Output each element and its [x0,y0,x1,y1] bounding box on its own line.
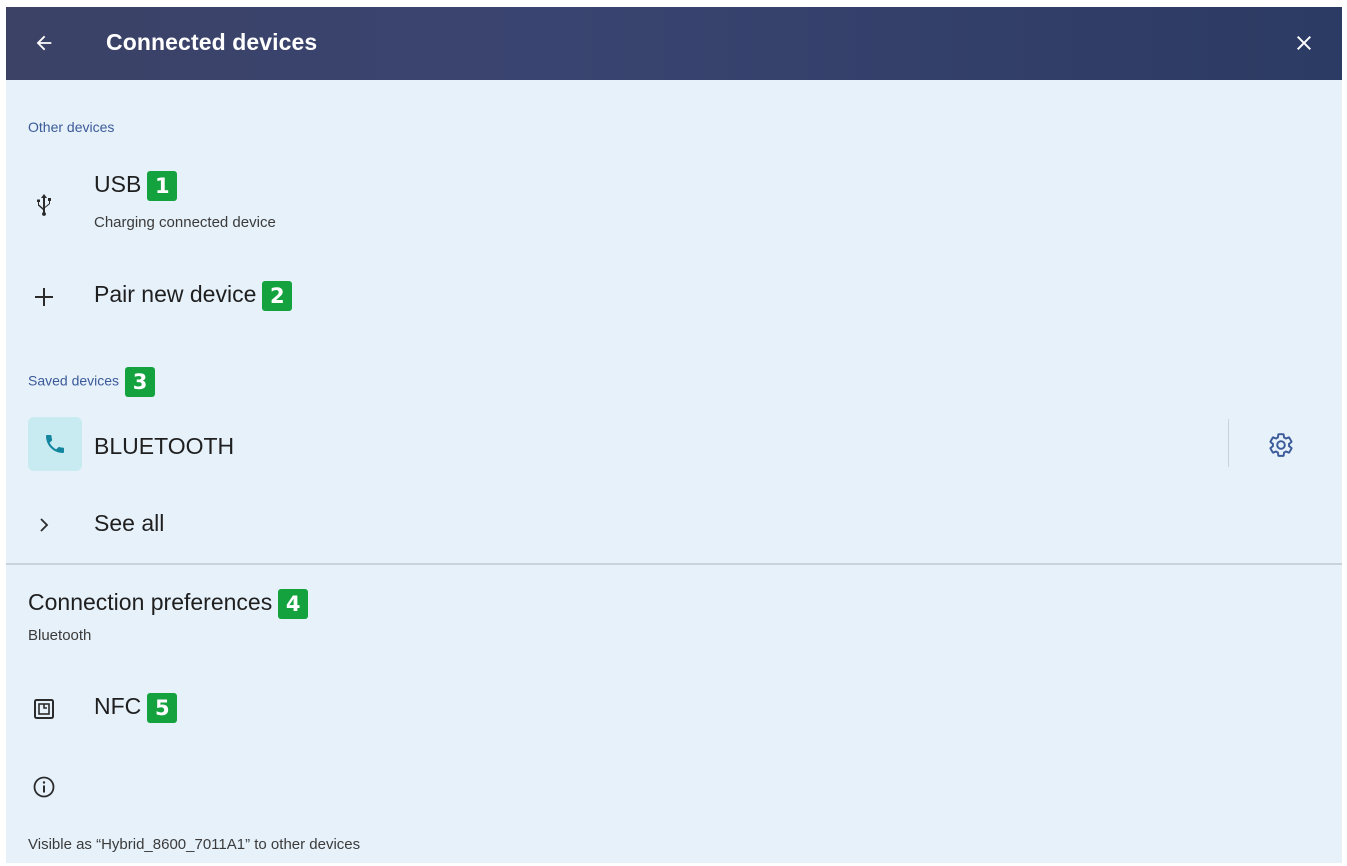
plus-icon [28,281,60,313]
info-icon [28,771,60,803]
arrow-back-icon[interactable] [28,27,60,59]
usb-sublabel: Charging connected device [94,214,276,231]
saved-devices-label: Saved devices [28,372,120,389]
close-icon[interactable] [1288,27,1320,59]
app-bar: Connected devices [6,7,1342,80]
page-title: Connected devices [106,29,318,55]
saved-devices-header: Saved devices 3 [28,367,156,397]
pair-new-device-item[interactable]: Pair new device 2 [6,267,1342,327]
chevron-right-icon [28,509,60,541]
saved-device-bluetooth[interactable]: BLUETOOTH [6,411,1342,477]
usb-label: USB [94,171,142,198]
annotation-badge: 2 [262,281,293,311]
bluetooth-device-label: BLUETOOTH [94,433,235,459]
usb-icon [28,189,60,221]
device-visibility-text: Visible as “Hybrid_8600_7011A1” to other… [28,836,361,853]
connection-preferences-item[interactable]: Connection preferences 4 Bluetooth [6,579,1342,651]
nfc-icon [28,693,60,725]
annotation-badge: 1 [147,171,178,201]
usb-item[interactable]: USB 1 Charging connected device [6,157,1342,247]
vertical-divider [1228,419,1229,467]
connection-preferences-label: Connection preferences [28,589,273,616]
connected-devices-screen: Connected devices Other devices USB 1 Cha… [6,7,1342,863]
see-all-item[interactable]: See all [6,497,1342,553]
section-divider [6,563,1342,565]
annotation-badge: 3 [125,367,156,397]
nfc-label: NFC [94,693,142,720]
phone-icon [28,417,82,471]
annotation-badge: 4 [278,589,309,619]
connection-preferences-sublabel: Bluetooth [28,627,92,644]
gear-icon[interactable] [1264,428,1298,462]
annotation-badge: 5 [147,693,178,723]
pair-new-device-label: Pair new device [94,281,257,308]
see-all-label: See all [94,510,165,536]
nfc-item[interactable]: NFC 5 [6,679,1342,739]
other-devices-header: Other devices [28,119,115,135]
